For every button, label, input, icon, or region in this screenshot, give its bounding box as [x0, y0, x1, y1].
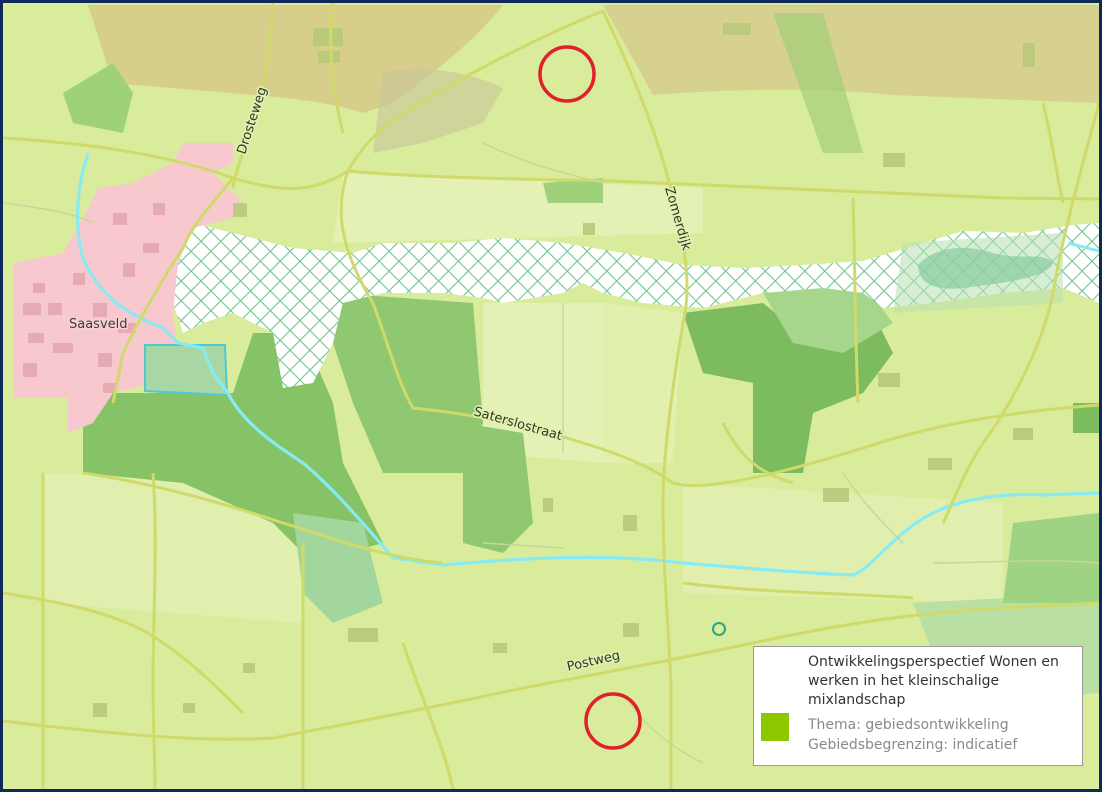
estate-moat — [144, 344, 229, 397]
forest-patch — [1003, 513, 1099, 603]
forest-patch — [463, 423, 533, 553]
map-legend: Ontwikkelingsperspectief Wonen en werken… — [753, 646, 1083, 766]
legend-boundary: Gebiedsbegrenzing: indicatief — [808, 737, 1018, 753]
map-frame: Saasveld Drosteweg Zomerdijk Saterslostr… — [0, 0, 1102, 792]
legend-theme: Thema: gebiedsontwikkeling — [808, 717, 1009, 733]
field — [603, 303, 683, 463]
legend-swatch — [761, 713, 789, 741]
wetland — [893, 233, 1063, 313]
place-label-saasveld: Saasveld — [69, 317, 128, 332]
legend-title: Ontwikkelingsperspectief Wonen en werken… — [808, 654, 1059, 708]
